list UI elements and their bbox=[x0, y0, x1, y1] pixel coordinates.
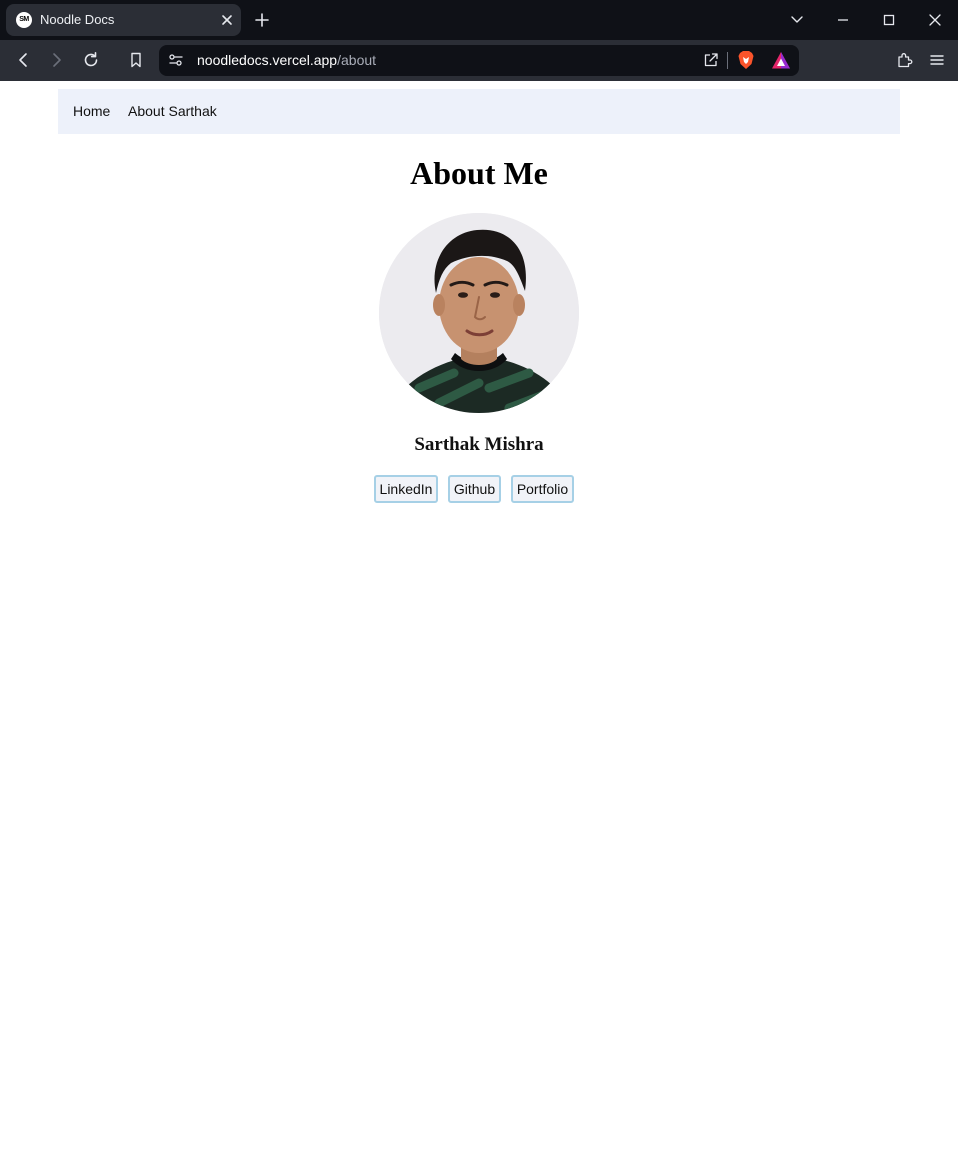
browser-tab[interactable]: SM Noodle Docs bbox=[6, 4, 241, 36]
share-icon[interactable] bbox=[702, 51, 720, 69]
site-nav: Home About Sarthak bbox=[58, 89, 900, 134]
back-icon[interactable] bbox=[13, 50, 33, 70]
browser-tab-strip: SM Noodle Docs bbox=[0, 0, 958, 40]
address-bar-divider bbox=[727, 52, 728, 69]
brave-shields-icon[interactable] bbox=[737, 50, 755, 70]
url-host: noodledocs.vercel.app bbox=[197, 52, 338, 68]
site-favicon-icon: SM bbox=[16, 12, 32, 28]
close-tab-icon[interactable] bbox=[218, 11, 236, 29]
bookmark-icon[interactable] bbox=[126, 50, 146, 70]
nav-link-about[interactable]: About Sarthak bbox=[128, 103, 217, 120]
person-name: Sarthak Mishra bbox=[414, 434, 544, 455]
url-text[interactable]: noodledocs.vercel.app/about bbox=[197, 52, 376, 69]
github-button[interactable]: Github bbox=[448, 475, 501, 503]
brave-rewards-icon[interactable] bbox=[771, 51, 791, 70]
url-path: /about bbox=[337, 52, 377, 68]
maximize-icon[interactable] bbox=[879, 10, 899, 30]
tab-search-chevron-icon[interactable] bbox=[787, 10, 807, 30]
page-content: Home About Sarthak About Me Sarthak Mish… bbox=[0, 81, 958, 1150]
menu-icon[interactable] bbox=[927, 50, 947, 70]
page-title: About Me bbox=[410, 155, 548, 191]
portfolio-button[interactable]: Portfolio bbox=[511, 475, 574, 503]
browser-toolbar: noodledocs.vercel.app/about bbox=[0, 40, 958, 81]
nav-link-home[interactable]: Home bbox=[73, 103, 110, 120]
address-bar[interactable]: noodledocs.vercel.app/about bbox=[159, 45, 799, 76]
profile-photo bbox=[379, 213, 579, 413]
site-settings-icon[interactable] bbox=[167, 51, 185, 69]
tab-title: Noodle Docs bbox=[40, 12, 115, 27]
minimize-icon[interactable] bbox=[833, 10, 853, 30]
linkedin-button[interactable]: LinkedIn bbox=[374, 475, 438, 503]
extensions-icon[interactable] bbox=[895, 50, 915, 70]
new-tab-icon[interactable] bbox=[252, 10, 272, 30]
forward-icon[interactable] bbox=[47, 50, 67, 70]
close-window-icon[interactable] bbox=[925, 10, 945, 30]
reload-icon[interactable] bbox=[81, 50, 101, 70]
